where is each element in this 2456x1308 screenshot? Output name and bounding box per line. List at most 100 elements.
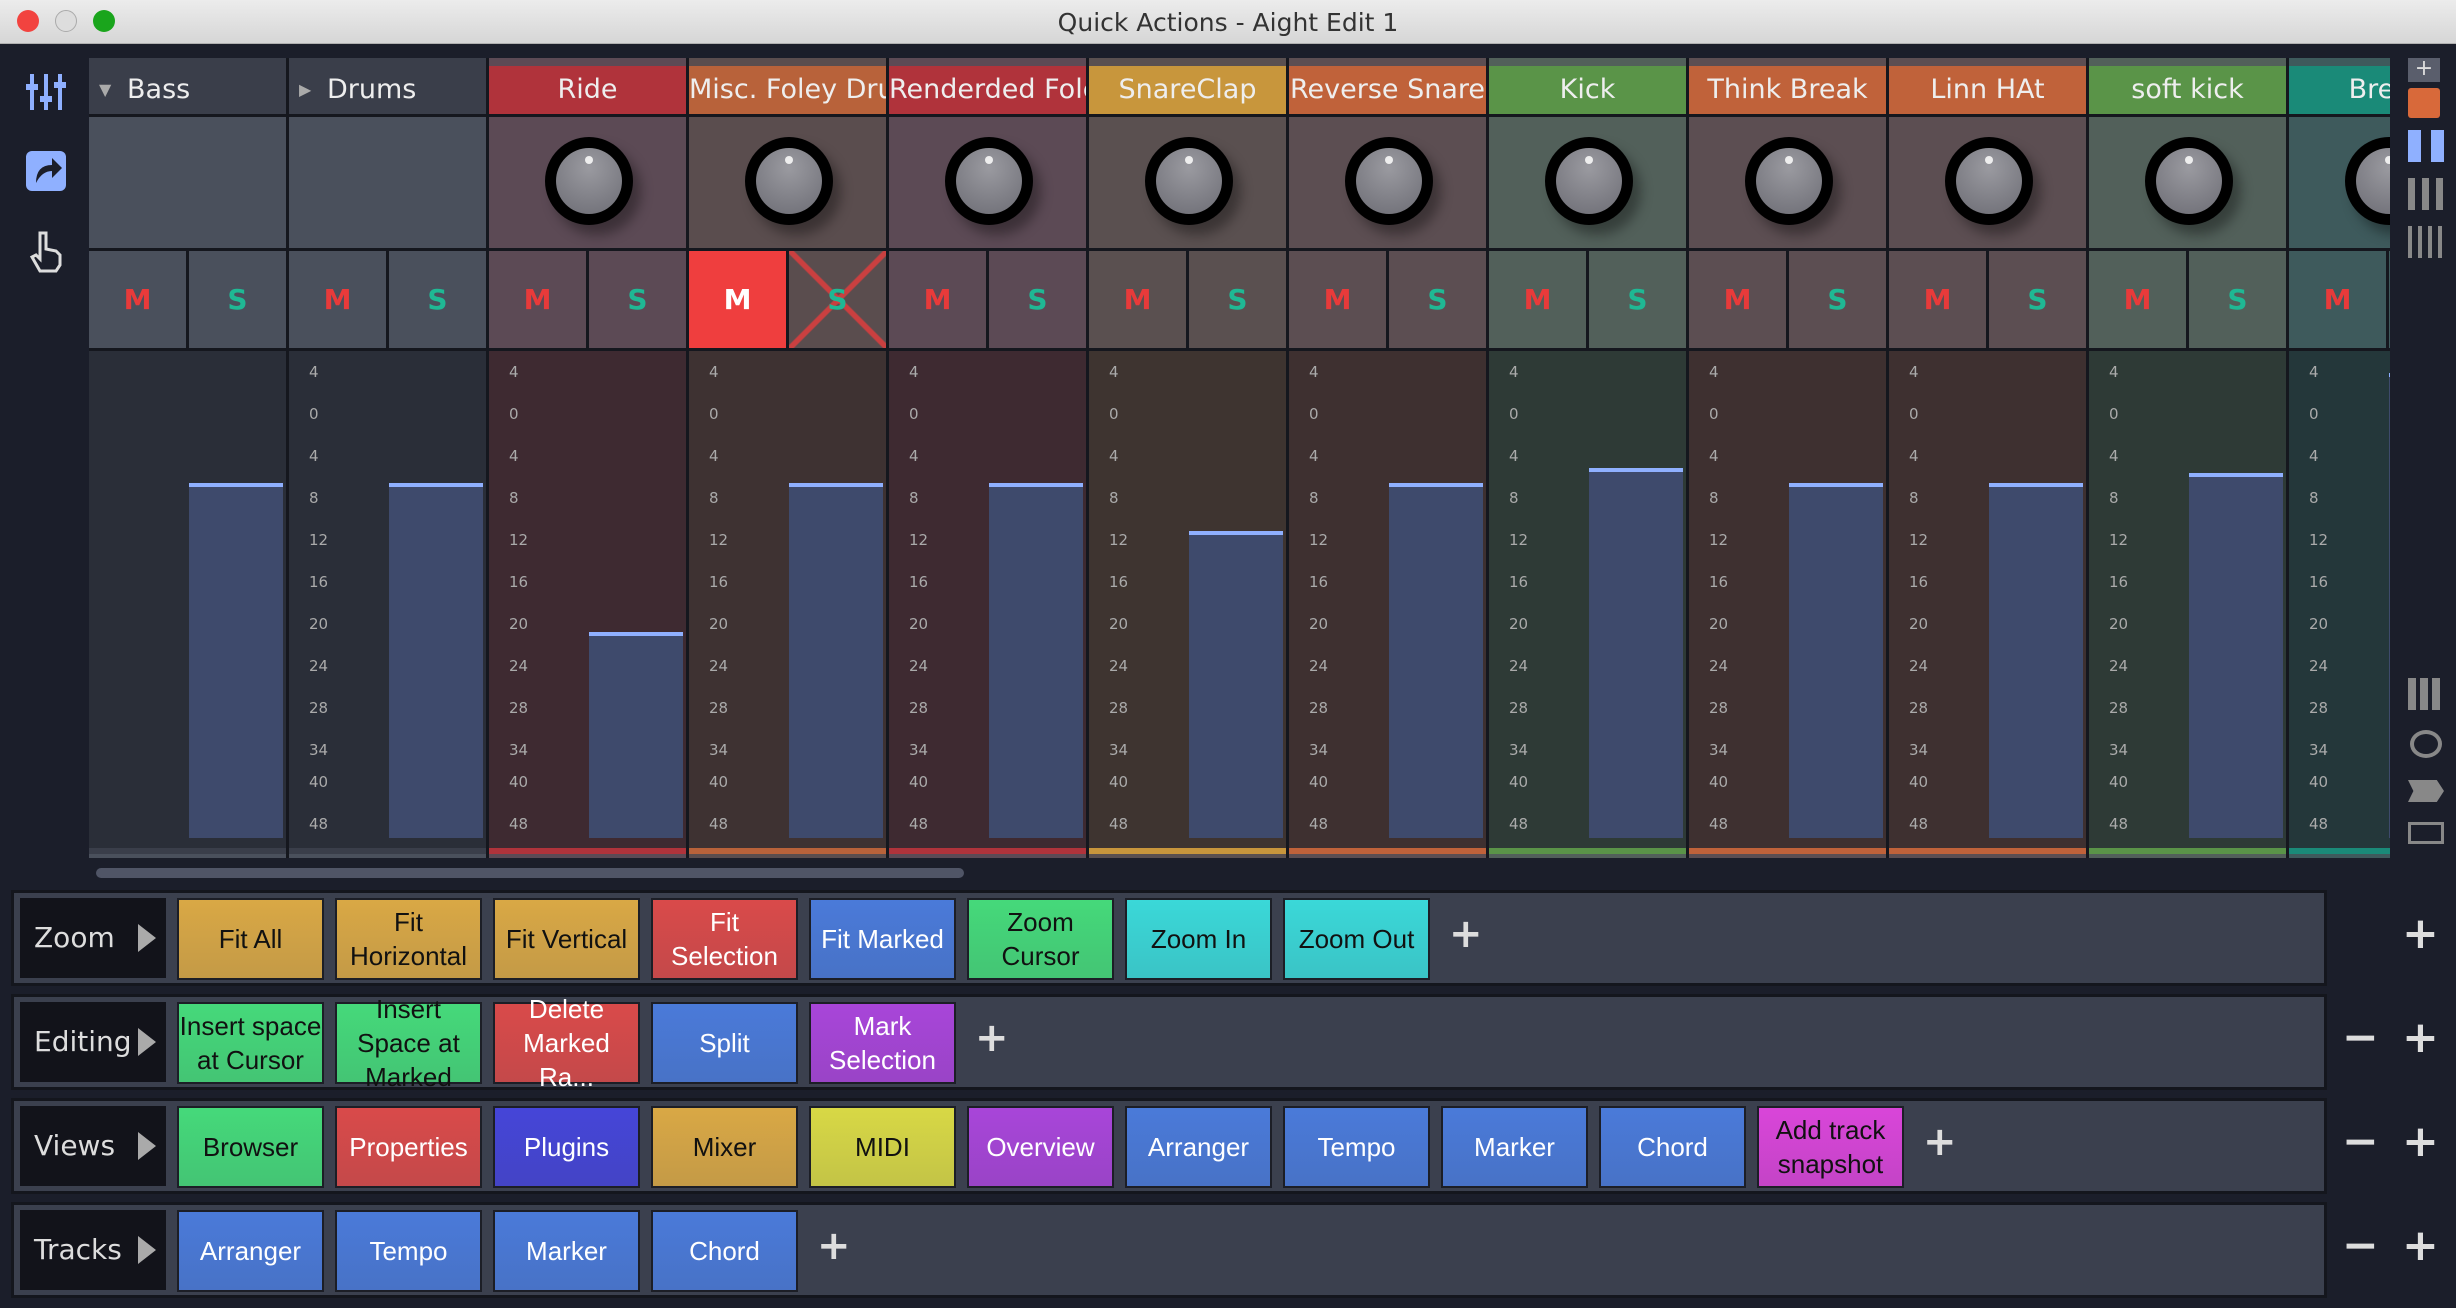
solo-button[interactable]: S — [589, 251, 686, 348]
solo-button[interactable]: S — [1989, 251, 2086, 348]
solo-button[interactable]: S — [1189, 251, 1286, 348]
volume-fader[interactable]: 4 0 4 8 12 16 20 24 28 34 40 48 — [2089, 348, 2286, 848]
mute-button[interactable]: M — [889, 251, 989, 348]
pan-icon[interactable] — [2410, 730, 2442, 758]
fader-level[interactable] — [789, 483, 883, 838]
action-button-arranger[interactable]: Arranger — [177, 1210, 324, 1292]
action-button-arranger[interactable]: Arranger — [1125, 1106, 1272, 1188]
mute-button[interactable]: M — [1289, 251, 1389, 348]
add-row-button[interactable]: + — [2402, 1012, 2439, 1063]
pan-knob[interactable] — [1745, 137, 1833, 225]
expand-triangle-icon[interactable]: ▶ — [299, 58, 311, 114]
mute-button[interactable]: M — [89, 251, 189, 348]
add-row-button[interactable]: + — [2402, 1220, 2439, 1271]
action-button-marker[interactable]: Marker — [1441, 1106, 1588, 1188]
fader-level[interactable] — [589, 632, 683, 838]
action-button-mixer[interactable]: Mixer — [651, 1106, 798, 1188]
track-name[interactable]: ▼ Bass — [89, 58, 286, 114]
mute-button[interactable]: M — [1089, 251, 1189, 348]
add-row-button[interactable]: + — [2402, 908, 2439, 959]
track-name[interactable]: Think Break — [1689, 66, 1886, 114]
add-action-button[interactable]: + — [975, 1015, 1009, 1061]
mute-button[interactable]: M — [489, 251, 589, 348]
action-button-delete-marked-ra[interactable]: Delete Marked Ra... — [493, 994, 640, 1092]
volume-fader[interactable]: 4 0 4 8 12 16 20 24 28 34 40 48 — [889, 348, 1086, 848]
solo-button[interactable]: S — [389, 251, 486, 348]
action-button-properties[interactable]: Properties — [335, 1106, 482, 1188]
action-button-plugins[interactable]: Plugins — [493, 1106, 640, 1188]
action-button-marker[interactable]: Marker — [493, 1210, 640, 1292]
row-label[interactable]: Zoom — [20, 898, 166, 978]
fader-level[interactable] — [2389, 373, 2390, 838]
solo-button[interactable]: S — [189, 251, 286, 348]
pan-knob[interactable] — [745, 137, 833, 225]
remove-row-button[interactable]: − — [2342, 1012, 2379, 1063]
action-button-zoom-out[interactable]: Zoom Out — [1283, 898, 1430, 980]
collapse-triangle-icon[interactable]: ▼ — [99, 58, 111, 114]
action-button-browser[interactable]: Browser — [177, 1106, 324, 1188]
pan-knob[interactable] — [1945, 137, 2033, 225]
track-name[interactable]: ▶ Drums — [289, 58, 486, 114]
fader-level[interactable] — [1789, 483, 1883, 838]
mute-button[interactable]: M — [689, 251, 789, 348]
action-button-fit-all[interactable]: Fit All — [177, 898, 324, 980]
action-button-midi[interactable]: MIDI — [809, 1106, 956, 1188]
add-action-button[interactable]: + — [1923, 1119, 1957, 1165]
solo-button[interactable]: S — [989, 251, 1086, 348]
fader-level[interactable] — [2189, 472, 2283, 838]
track-name[interactable]: Renderded Foley — [889, 66, 1086, 114]
volume-fader[interactable]: 4 0 4 8 12 16 20 24 28 34 40 48 — [1089, 348, 1286, 848]
action-button-split[interactable]: Split — [651, 1002, 798, 1084]
fader-level[interactable] — [989, 483, 1083, 838]
pan-knob[interactable] — [1345, 137, 1433, 225]
action-button-fit-vertical[interactable]: Fit Vertical — [493, 898, 640, 980]
action-button-chord[interactable]: Chord — [1599, 1106, 1746, 1188]
redo-icon[interactable] — [24, 149, 68, 193]
action-button-insert-space-at-cursor[interactable]: Insert space at Cursor — [177, 1002, 324, 1084]
remove-row-button[interactable]: − — [2342, 1220, 2379, 1271]
solo-button[interactable]: S — [789, 251, 886, 348]
mute-button[interactable]: M — [2289, 251, 2389, 348]
pan-knob[interactable] — [1545, 137, 1633, 225]
pan-knob[interactable] — [545, 137, 633, 225]
action-button-fit-selection[interactable]: Fit Selection — [651, 898, 798, 980]
mixer-icon[interactable] — [24, 70, 68, 114]
action-button-tempo[interactable]: Tempo — [1283, 1106, 1430, 1188]
solo-button[interactable]: S — [1789, 251, 1886, 348]
row-label[interactable]: Views — [20, 1106, 166, 1186]
pan-knob[interactable] — [1145, 137, 1233, 225]
fader-level[interactable] — [1389, 483, 1483, 838]
track-name[interactable]: Reverse Snare — [1289, 66, 1486, 114]
mute-button[interactable]: M — [2089, 251, 2189, 348]
action-button-insert-space-at-marked[interactable]: Insert Space at Marked — [335, 994, 482, 1092]
mute-button[interactable]: M — [289, 251, 389, 348]
row-label[interactable]: Tracks — [20, 1210, 166, 1290]
volume-fader[interactable]: 4 0 4 8 12 16 20 24 28 34 40 48 — [1289, 348, 1486, 848]
pan-knob-view-icon[interactable] — [2408, 88, 2440, 118]
volume-fader[interactable]: 4 0 4 8 12 16 20 24 28 34 40 48 — [489, 348, 686, 848]
pan-knob[interactable] — [2145, 137, 2233, 225]
fader-level[interactable] — [1989, 483, 2083, 838]
solo-button[interactable]: S — [1589, 251, 1686, 348]
fader-level[interactable] — [189, 483, 283, 838]
action-button-overview[interactable]: Overview — [967, 1106, 1114, 1188]
fader-level[interactable] — [1589, 467, 1683, 838]
mute-button[interactable]: M — [1889, 251, 1989, 348]
two-column-view-icon[interactable] — [2408, 130, 2444, 162]
mute-button[interactable]: M — [1489, 251, 1589, 348]
action-button-tempo[interactable]: Tempo — [335, 1210, 482, 1292]
track-name[interactable]: Break — [2289, 66, 2390, 114]
marker-icon[interactable] — [2408, 780, 2444, 802]
action-button-zoom-in[interactable]: Zoom In — [1125, 898, 1272, 980]
action-button-fit-marked[interactable]: Fit Marked — [809, 898, 956, 980]
volume-fader[interactable]: 4 0 4 8 12 16 20 24 28 34 40 48 — [1689, 348, 1886, 848]
insert-icon[interactable] — [2408, 822, 2444, 844]
volume-fader[interactable]: 4 0 4 8 12 16 20 24 28 34 40 48 — [289, 348, 486, 848]
remove-row-button[interactable]: − — [2342, 1116, 2379, 1167]
volume-fader[interactable]: 4 0 4 8 12 16 20 24 28 34 40 48 — [1489, 348, 1686, 848]
track-name[interactable]: Kick — [1489, 66, 1686, 114]
meter-view-icon[interactable] — [2408, 678, 2444, 710]
hand-pointer-icon[interactable] — [24, 229, 68, 273]
volume-fader[interactable] — [89, 348, 286, 848]
add-row-button[interactable]: + — [2402, 1116, 2439, 1167]
